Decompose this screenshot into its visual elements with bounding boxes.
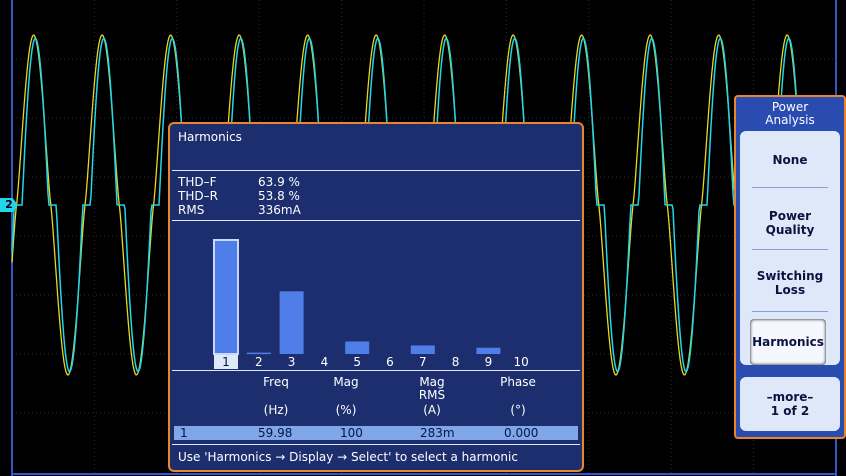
harmonic-bar-2[interactable] (246, 352, 271, 355)
menu-separator (752, 187, 828, 188)
col-magrms-header: Mag RMS (418, 375, 446, 402)
stat-label: THD–R (178, 189, 218, 203)
more-page: 1 of 2 (770, 404, 810, 418)
harmonic-tick-label: 6 (386, 355, 394, 369)
row-mag: 100 (340, 426, 363, 440)
more-button[interactable]: –more– 1 of 2 (740, 377, 840, 431)
stat-value: 53.8 % (258, 189, 300, 203)
menu-separator (752, 311, 828, 312)
divider (172, 220, 580, 221)
col-freq-header: Freq (263, 375, 289, 389)
help-hint: Use 'Harmonics → Display → Select' to se… (178, 450, 518, 464)
selected-harmonic-row[interactable]: 1 59.98 100 283m 0.000 (174, 426, 578, 440)
harmonic-bar-7[interactable] (410, 345, 435, 354)
stat-label: RMS (178, 203, 205, 217)
menu-title: Power Analysis (736, 97, 844, 127)
col-mag-header: Mag (333, 375, 359, 389)
harmonics-panel: Harmonics THD–F 63.9 % THD–R 53.8 % RMS 336… (168, 122, 584, 472)
col-mag-unit: (%) (335, 403, 357, 417)
harmonic-tick-label: 10 (514, 355, 529, 369)
harmonic-tick-label: 9 (485, 355, 493, 369)
harmonic-tick-label: 2 (255, 355, 263, 369)
harmonic-tick-label: 8 (452, 355, 460, 369)
divider (172, 370, 580, 371)
thd-r-row: THD–R 53.8 % (178, 190, 300, 203)
harmonic-bar-5[interactable] (345, 341, 370, 354)
menu-item-none[interactable]: None (740, 153, 840, 167)
harmonic-tick-label: 4 (321, 355, 329, 369)
menu-item-harmonics[interactable]: Harmonics (750, 319, 826, 365)
divider (172, 444, 580, 445)
harmonic-bar-1[interactable] (213, 239, 239, 355)
row-index: 1 (180, 426, 188, 440)
thd-f-row: THD–F 63.9 % (178, 176, 300, 189)
row-freq: 59.98 (258, 426, 293, 440)
harmonic-tick-label: 7 (419, 355, 427, 369)
rms-row: RMS 336mA (178, 204, 301, 217)
col-phase-unit: (°) (510, 403, 526, 417)
power-analysis-menu: Power Analysis None Power Quality Switch… (734, 95, 846, 439)
divider (172, 170, 580, 171)
menu-item-power-quality[interactable]: Power Quality (740, 209, 840, 237)
stat-value: 63.9 % (258, 175, 300, 189)
harmonic-tick-label: 1 (222, 355, 230, 369)
harmonic-tick-label: 3 (288, 355, 296, 369)
row-mag-rms: 283m (420, 426, 455, 440)
more-label: –more– (766, 390, 814, 404)
harmonic-tick-label: 5 (353, 355, 361, 369)
panel-title: Harmonics (178, 130, 242, 144)
col-magrms-unit: (A) (423, 403, 441, 417)
harmonics-bar-chart[interactable]: 1 2 3 4 5 6 7 8 9 10 (170, 224, 582, 370)
menu-separator (752, 249, 828, 250)
col-phase-header: Phase (500, 375, 536, 389)
stat-value: 336mA (258, 203, 301, 217)
harmonic-bar-3[interactable] (279, 291, 304, 354)
col-freq-unit: (Hz) (263, 403, 289, 417)
stat-label: THD–F (178, 175, 217, 189)
row-phase: 0.000 (504, 426, 539, 440)
menu-item-switching-loss[interactable]: Switching Loss (740, 269, 840, 297)
menu-title-text: Power Analysis (765, 100, 815, 127)
harmonic-bar-9[interactable] (476, 347, 501, 354)
